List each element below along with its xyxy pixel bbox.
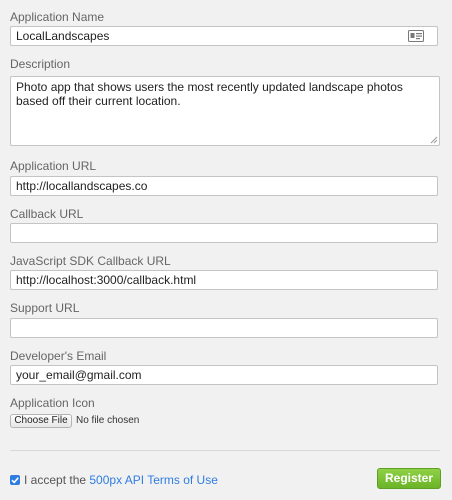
app-name-input[interactable]: LocalLandscapes [10,26,438,46]
support-url-label: Support URL [10,301,80,315]
description-text: Photo app that shows users the most rece… [16,80,403,108]
file-status-text: No file chosen [76,415,140,426]
description-label: Description [10,57,71,71]
support-url-input[interactable] [10,318,438,338]
app-url-label: Application URL [10,159,97,173]
js-sdk-callback-url-label: JavaScript SDK Callback URL [10,254,171,268]
terms-checkbox[interactable] [10,475,20,485]
app-icon-label: Application Icon [10,396,95,410]
app-registration-form: Application Name LocalLandscapes Descrip… [0,0,452,500]
app-url-input[interactable]: http://locallandscapes.co [10,176,438,196]
terms-label: I accept the 500px API Terms of Use [24,474,218,487]
js-sdk-callback-url-input[interactable]: http://localhost:3000/callback.html [10,270,438,290]
developer-email-input[interactable]: your_email@gmail.com [10,365,438,385]
terms-link[interactable]: 500px API Terms of Use [89,473,218,487]
divider [10,450,440,451]
register-button[interactable]: Register [377,468,441,489]
description-textarea[interactable]: Photo app that shows users the most rece… [10,76,440,146]
callback-url-label: Callback URL [10,207,84,221]
resize-handle-icon[interactable] [430,136,438,144]
terms-prefix: I accept the [24,473,90,487]
contact-card-icon[interactable] [408,30,424,42]
developer-email-label: Developer's Email [10,349,107,363]
choose-file-button[interactable]: Choose File [10,414,72,428]
callback-url-input[interactable] [10,223,438,243]
app-name-label: Application Name [10,10,105,24]
